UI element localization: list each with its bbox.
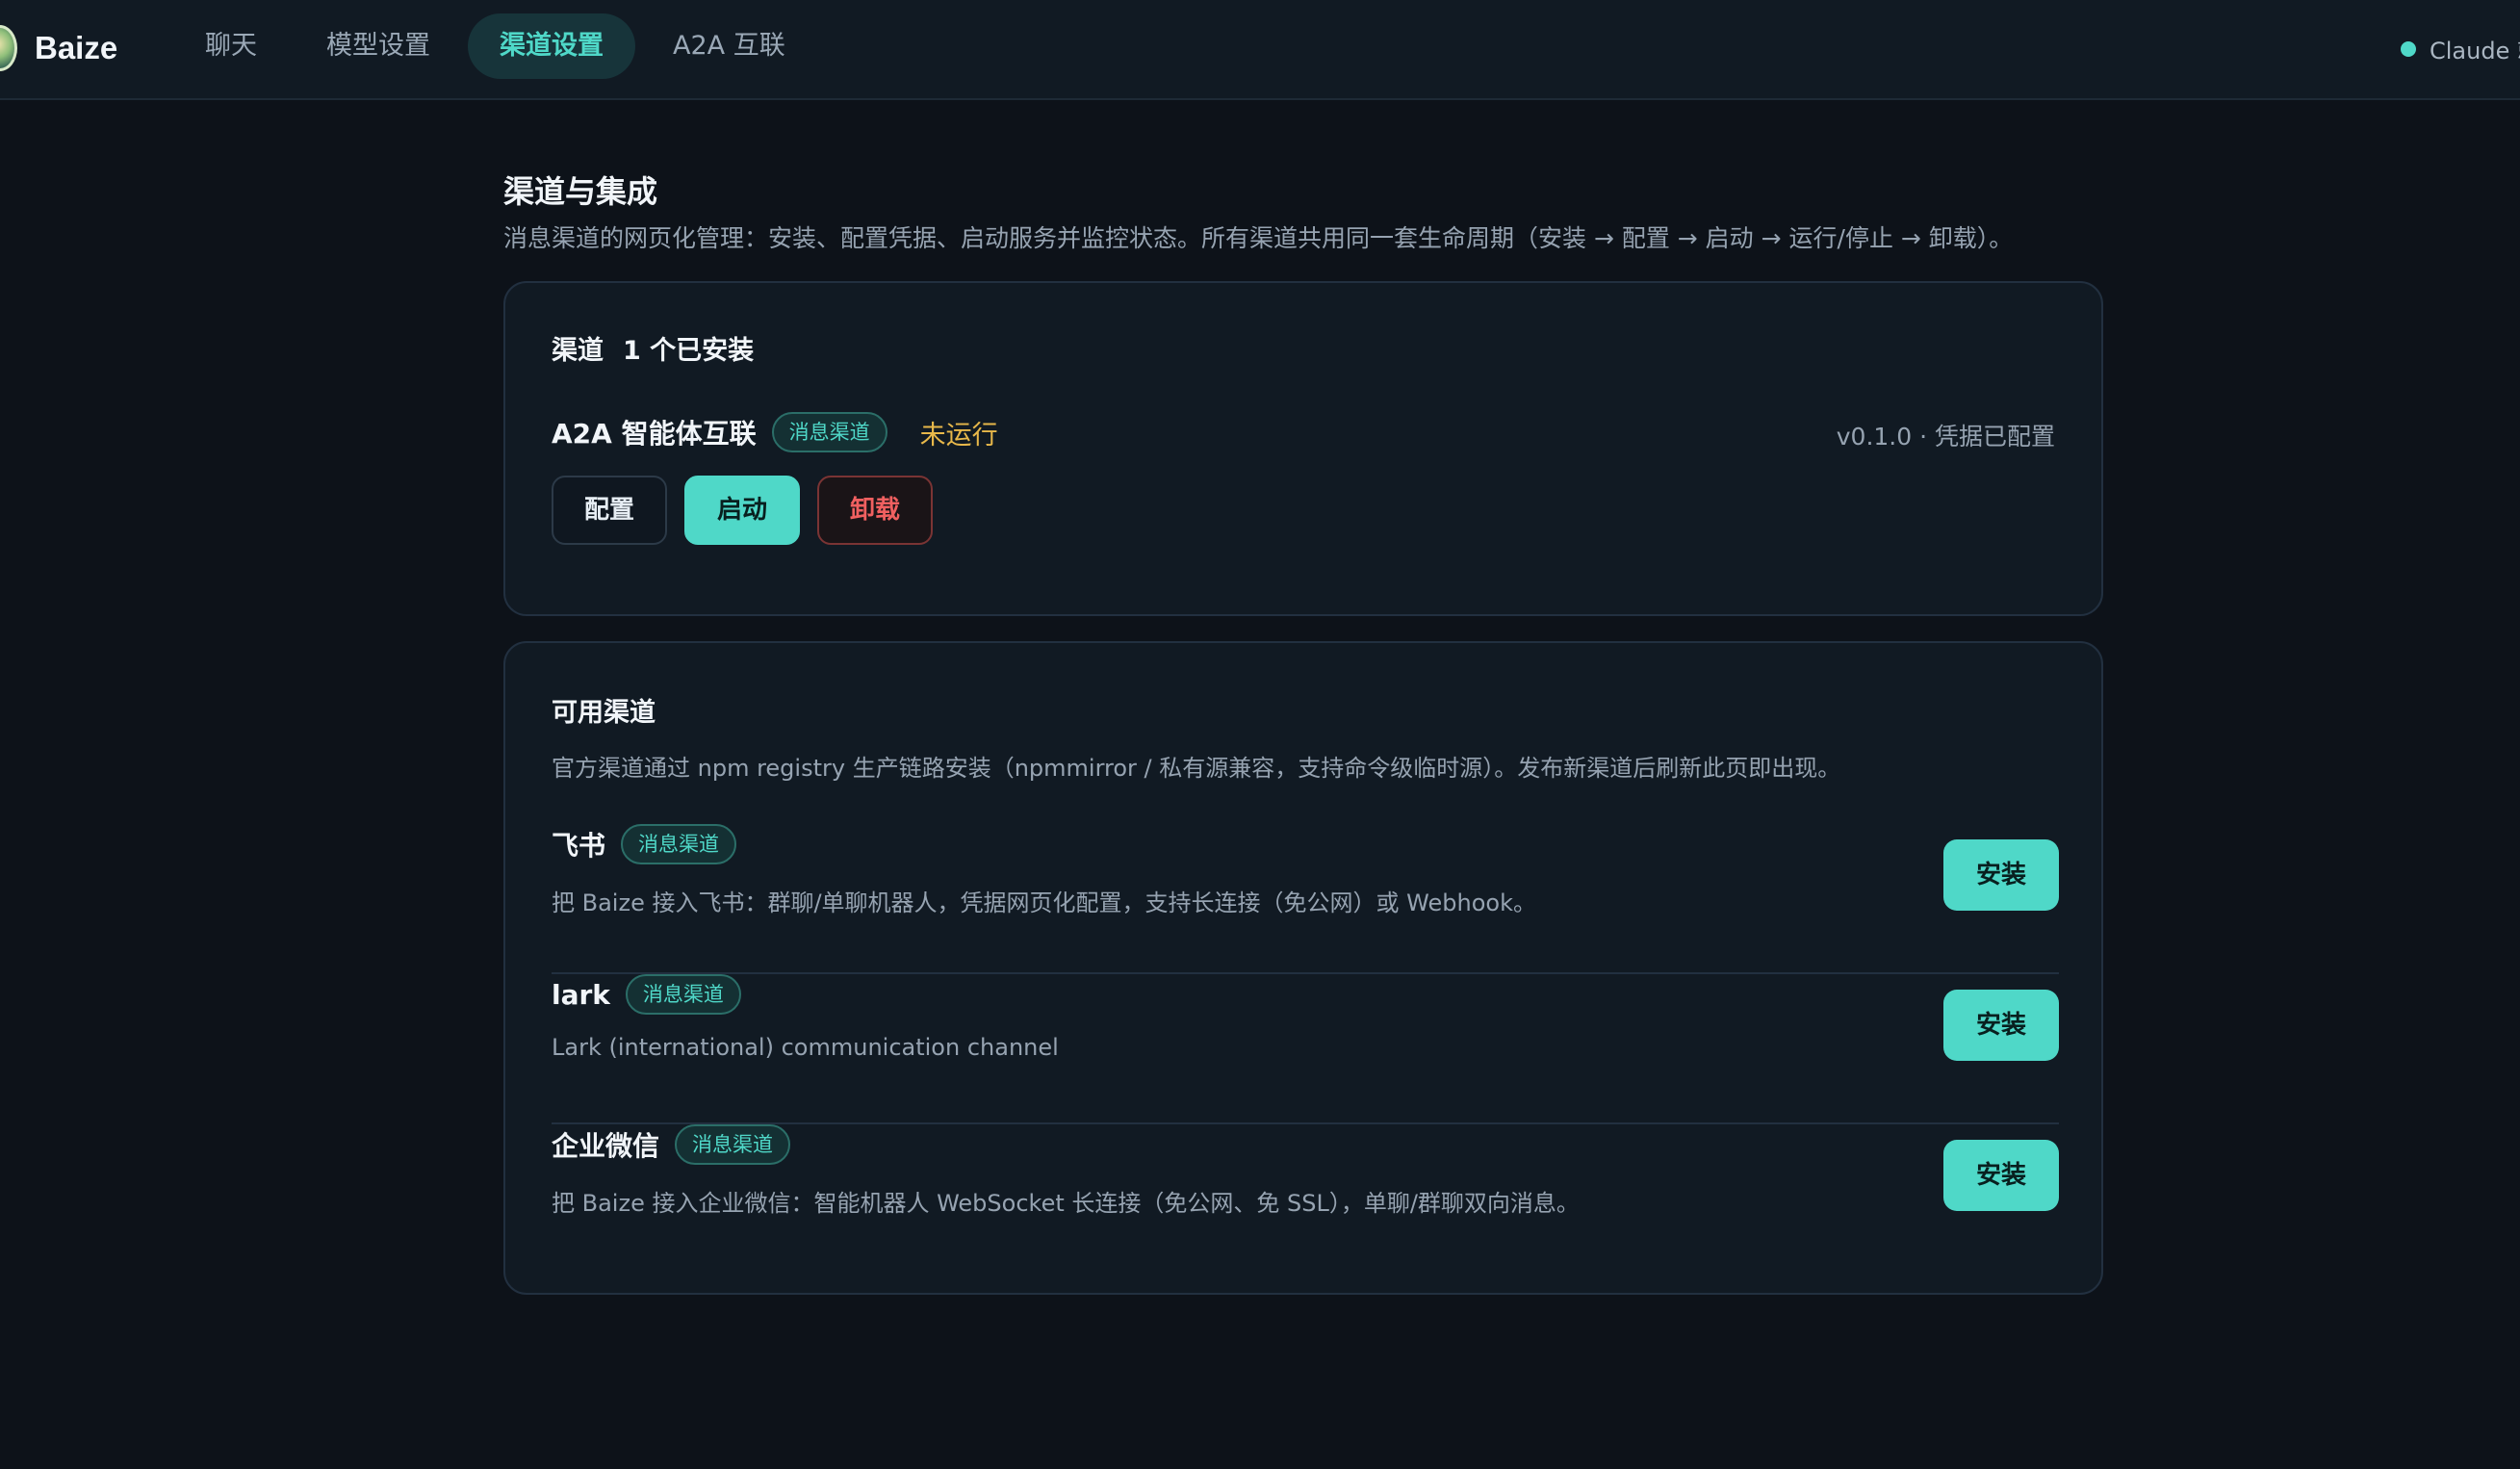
installed-count: 1 个已安装	[623, 336, 755, 366]
channel-type-badge: 消息渠道	[625, 974, 741, 1015]
tab-chat[interactable]: 聊天	[173, 13, 289, 79]
status-label: Claude 就	[2430, 38, 2520, 64]
run-state-status: 未运行	[919, 420, 998, 451]
installed-channel-actions: 配置 启动 卸载	[552, 476, 950, 545]
installed-heading: 渠道 1 个已安装	[552, 329, 754, 367]
top-bar: Baize 聊天 模型设置 渠道设置 A2A 互联 Claude 就	[0, 0, 2520, 100]
installed-channels-card: 渠道 1 个已安装 A2A 智能体互联 消息渠道 未运行 v0.1.0 · 凭据已…	[503, 281, 2103, 616]
channel-description: 把 Baize 接入企业微信：智能机器人 WebSocket 长连接（免公网、免…	[552, 1190, 1580, 1217]
channel-name: 飞书	[552, 830, 606, 862]
main-nav: 聊天 模型设置 渠道设置 A2A 互联	[173, 13, 823, 79]
channel-name-row: 企业微信 消息渠道	[552, 1124, 791, 1165]
status-dot-icon	[2401, 40, 2416, 57]
start-button[interactable]: 启动	[684, 476, 801, 545]
channel-description: 把 Baize 接入飞书：群聊/单聊机器人，凭据网页化配置，支持长连接（免公网）…	[552, 889, 1536, 916]
installed-channel-name: A2A 智能体互联	[552, 418, 757, 450]
channel-name: 企业微信	[552, 1130, 660, 1162]
install-button-wecom[interactable]: 安装	[1943, 1140, 2059, 1211]
channel-type-badge: 消息渠道	[621, 824, 737, 864]
brand[interactable]: Baize	[0, 21, 117, 75]
channel-type-badge: 消息渠道	[675, 1124, 791, 1165]
installed-channel-row: A2A 智能体互联 消息渠道 未运行	[552, 412, 998, 452]
installed-channel-meta: v0.1.0 · 凭据已配置	[1836, 423, 2055, 451]
list-item: 企业微信 消息渠道 把 Baize 接入企业微信：智能机器人 WebSocket…	[552, 1124, 2059, 1275]
channel-name: lark	[552, 978, 610, 1011]
uninstall-button[interactable]: 卸载	[817, 476, 934, 545]
connection-status: Claude 就	[2401, 32, 2520, 65]
page-description: 消息渠道的网页化管理：安装、配置凭据、启动服务并监控状态。所有渠道共用同一套生命…	[503, 224, 2014, 252]
tab-model-settings[interactable]: 模型设置	[295, 13, 462, 79]
channel-name-row: 飞书 消息渠道	[552, 824, 737, 864]
tab-channel-settings[interactable]: 渠道设置	[468, 13, 635, 79]
install-button-feishu[interactable]: 安装	[1943, 839, 2059, 911]
list-item: 飞书 消息渠道 把 Baize 接入飞书：群聊/单聊机器人，凭据网页化配置，支持…	[552, 824, 2059, 974]
available-channels-card: 可用渠道 官方渠道通过 npm registry 生产链路安装（npmmirro…	[503, 641, 2103, 1295]
list-item: lark 消息渠道 Lark (international) communica…	[552, 974, 2059, 1124]
baize-logo-icon	[0, 25, 17, 71]
channel-name-row: lark 消息渠道	[552, 974, 741, 1015]
channel-description: Lark (international) communication chann…	[552, 1034, 1059, 1061]
page-title: 渠道与集成	[503, 173, 658, 210]
installed-heading-label: 渠道	[552, 336, 604, 366]
available-heading: 可用渠道	[552, 698, 656, 728]
channel-type-badge: 消息渠道	[771, 412, 887, 452]
app-name: Baize	[35, 30, 118, 65]
install-button-lark[interactable]: 安装	[1943, 990, 2059, 1061]
available-description: 官方渠道通过 npm registry 生产链路安装（npmmirror / 私…	[552, 755, 1841, 782]
config-button[interactable]: 配置	[552, 476, 668, 545]
tab-a2a[interactable]: A2A 互联	[641, 13, 817, 79]
